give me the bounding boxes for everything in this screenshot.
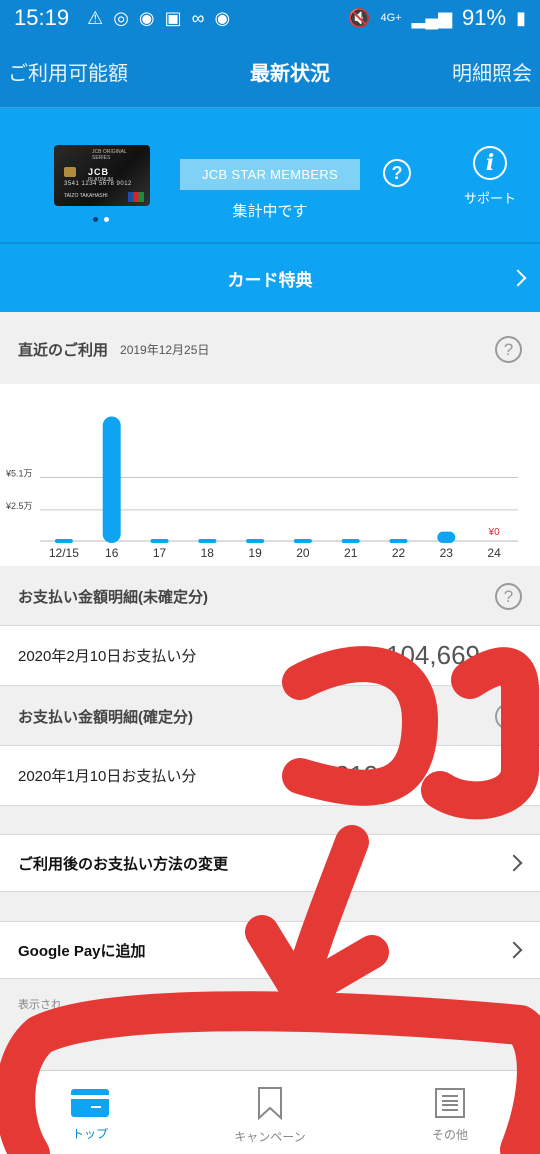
- bar: [198, 539, 217, 543]
- battery-percent: 91%: [462, 5, 507, 30]
- members-badge[interactable]: JCB STAR MEMBERS: [180, 159, 360, 190]
- mute-icon: 🔇: [348, 8, 371, 28]
- x-tick-label: 17: [153, 546, 167, 560]
- page-dot: [104, 217, 109, 222]
- sync-icon: ◎: [113, 8, 129, 28]
- support-label[interactable]: サポート: [452, 188, 528, 207]
- bottom-nav-campaign-label: キャンペーン: [234, 1130, 306, 1144]
- google-pay-label: Google Payに追加: [18, 942, 146, 960]
- card-benefits-button[interactable]: カード特典: [0, 242, 540, 312]
- nav-available-amount[interactable]: ご利用可能額: [0, 57, 136, 86]
- bar: [102, 416, 121, 543]
- card-image[interactable]: JCB ORIGINAL SERIES JCB PLATINUM 3541 12…: [54, 145, 150, 206]
- infinity-icon: ∞: [191, 8, 205, 28]
- chevron-right-icon: [505, 854, 523, 872]
- card-holder: TAIZO TAKAHASHI: [64, 193, 108, 199]
- bar: [389, 539, 408, 543]
- recent-usage-date: 2019年12月25日: [120, 342, 210, 357]
- battery-icon: ▮: [516, 8, 526, 28]
- pending-payment-label: 2020年2月10日お支払い分: [18, 648, 197, 665]
- zero-value-label: ¥0: [488, 527, 501, 538]
- usage-chart-svg: ¥2.5万 ¥5.1万 12/15 16 17 18 19 20 21 22 23 ¥0 24: [5, 416, 518, 560]
- bottom-nav-top[interactable]: トップ: [0, 1071, 180, 1154]
- confirmed-header: お支払い金額明細(確定分) ?: [0, 687, 540, 745]
- bar: [341, 539, 360, 543]
- recent-usage-header: 直近のご利用 2019年12月25日 ?: [0, 314, 540, 384]
- confirmed-title: お支払い金額明細(確定分): [18, 708, 193, 726]
- y-tick-label: ¥2.5万: [5, 501, 33, 511]
- card-number: 3541 1234 5678 9012: [64, 181, 132, 187]
- nav-latest-status[interactable]: 最新状況: [250, 57, 330, 86]
- google-pay-row[interactable]: Google Payに追加: [0, 921, 540, 979]
- pending-payment-unit: 円: [480, 654, 490, 665]
- card-brand: JCB: [88, 167, 110, 177]
- usage-chart: ¥2.5万 ¥5.1万 12/15 16 17 18 19 20 21 22 23 ¥0 24: [0, 384, 540, 566]
- confirmed-payment-label: 2020年1月10日お支払い分: [18, 768, 197, 785]
- help-icon[interactable]: ?: [495, 702, 522, 730]
- card-benefits-label: カード特典: [227, 270, 313, 290]
- confirmed-payment-row[interactable]: 2020年1月10日お支払い分 319,1: [0, 745, 540, 806]
- card-icon: [71, 1089, 109, 1117]
- x-tick-label: 21: [344, 546, 358, 560]
- bottom-nav-other-label: その他: [431, 1128, 468, 1142]
- pending-header: お支払い金額明細(未確定分) ?: [0, 567, 540, 625]
- warning-icon: ⚠: [87, 8, 104, 28]
- help-icon[interactable]: ?: [383, 159, 411, 187]
- x-tick-label: 18: [201, 546, 215, 560]
- list-icon: [435, 1088, 465, 1118]
- bottom-nav-top-label: トップ: [71, 1127, 108, 1141]
- bottom-nav: トップ キャンペーン その他: [0, 1070, 540, 1154]
- pending-title: お支払い金額明細(未確定分): [18, 588, 208, 606]
- recent-usage-title: 直近のご利用: [18, 341, 109, 359]
- y-tick-label: ¥5.1万: [5, 468, 33, 478]
- card-panel: JCB ORIGINAL SERIES JCB PLATINUM 3541 12…: [0, 108, 540, 242]
- status-bar: 15:19 ⚠ ◎ ◉ ▣ ∞ ◉ 🔇 4G+ ▂▄▆ 91% ▮: [0, 0, 540, 36]
- pending-payment-row[interactable]: 2020年2月10日お支払い分 104,669 円: [0, 625, 540, 686]
- bar: [246, 539, 265, 543]
- x-tick-label: 23: [440, 546, 454, 560]
- hotspot-icon: ◉: [214, 8, 231, 28]
- help-icon[interactable]: ?: [495, 582, 522, 610]
- page-dot: [93, 217, 98, 222]
- chip-icon: [64, 167, 76, 177]
- chevron-right-icon: [505, 941, 523, 959]
- x-tick-label: 19: [248, 546, 262, 560]
- x-tick-label: 20: [296, 546, 310, 560]
- x-tick-label: 16: [105, 546, 119, 560]
- chevron-right-icon: [509, 269, 527, 287]
- status-time: 15:19: [14, 5, 70, 30]
- wifi-icon: ◉: [138, 8, 155, 28]
- x-tick-label: 22: [392, 546, 406, 560]
- network-type: 4G+: [380, 12, 402, 24]
- payment-method-change-row[interactable]: ご利用後のお支払い方法の変更: [0, 834, 540, 892]
- signal-icon: ▂▄▆: [411, 8, 453, 28]
- pending-payment-amount: 104,669: [386, 640, 480, 670]
- bookmark-icon: [258, 1087, 282, 1120]
- card-series: JCB ORIGINAL SERIES: [92, 149, 127, 161]
- bottom-nav-other[interactable]: その他: [360, 1071, 540, 1154]
- bottom-nav-campaign[interactable]: キャンペーン: [180, 1071, 360, 1154]
- bar: [293, 539, 312, 543]
- bar: [54, 539, 73, 543]
- jcb-logo-icon: [128, 192, 144, 202]
- x-tick-label: 24: [487, 546, 501, 560]
- bar: [150, 539, 169, 543]
- image-icon: ▣: [164, 8, 182, 28]
- nav-statement[interactable]: 明細照会: [444, 57, 540, 86]
- help-icon[interactable]: ?: [495, 335, 522, 363]
- disclaimer-text: 表示され のと異なる場合があります。: [18, 999, 336, 1011]
- bar: [437, 531, 456, 543]
- x-tick-label: 12/15: [49, 546, 79, 560]
- top-nav: ご利用可能額 最新状況 明細照会: [0, 36, 540, 108]
- confirmed-payment-amount: 319,1: [334, 760, 400, 790]
- info-icon[interactable]: i: [473, 146, 507, 180]
- payment-method-change-label: ご利用後のお支払い方法の変更: [18, 855, 229, 873]
- page-indicator: [93, 217, 109, 222]
- status-text: 集計中です: [232, 203, 308, 220]
